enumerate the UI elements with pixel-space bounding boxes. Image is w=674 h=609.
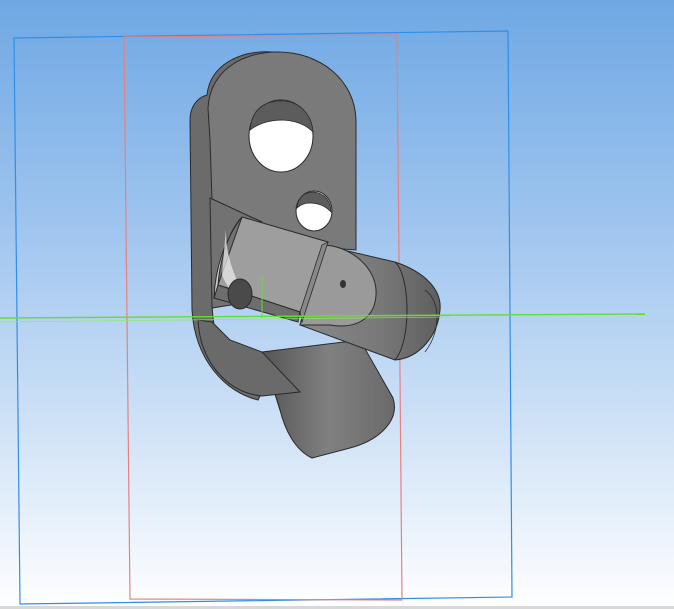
large-hole[interactable]	[248, 99, 314, 173]
3d-viewport[interactable]	[0, 0, 674, 609]
small-hole[interactable]	[295, 190, 333, 232]
lower-shaft[interactable]	[261, 339, 395, 459]
model-scene[interactable]	[0, 0, 674, 609]
pin-hole	[340, 280, 346, 288]
block-hole	[227, 278, 253, 310]
